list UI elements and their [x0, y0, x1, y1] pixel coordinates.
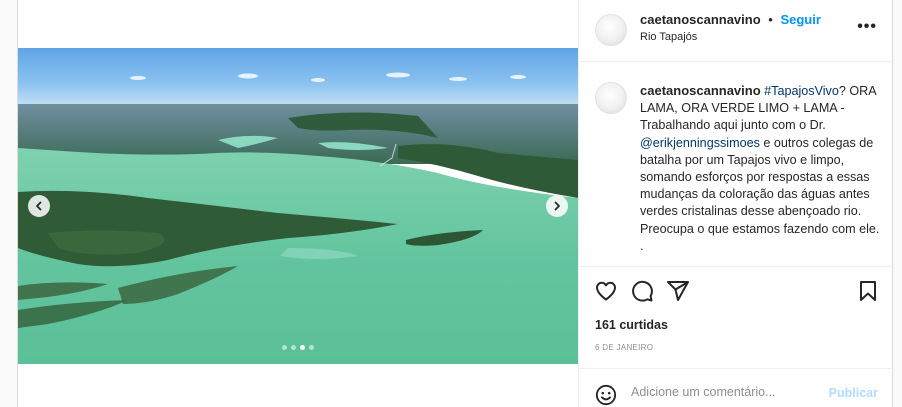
paper-plane-icon [667, 281, 689, 301]
post-sidebar: caetanoscannavino • Seguir Rio Tapajós •… [578, 0, 894, 407]
heart-icon [596, 281, 616, 301]
comment-button[interactable] [630, 279, 654, 308]
caption-text: caetanoscannavino #TapajosVivo? ORA LAMA… [640, 82, 880, 255]
header-user-line: caetanoscannavino • Seguir [640, 12, 821, 27]
comment-icon [632, 280, 653, 302]
header-separator: • [768, 12, 773, 27]
share-button[interactable] [666, 279, 690, 308]
caption-text-part-2: e outros colegas de batalha por um Tapaj… [640, 135, 880, 236]
follow-button[interactable]: Seguir [780, 12, 820, 27]
post-media [18, 0, 578, 407]
comment-bar: Publicar [579, 368, 894, 407]
post-photo[interactable] [18, 48, 578, 364]
location-link[interactable]: Rio Tapajós [640, 31, 697, 43]
caption-mention[interactable]: @erikjenningssimoes [640, 136, 760, 150]
post-card: caetanoscannavino • Seguir Rio Tapajós •… [17, 0, 894, 407]
publish-button[interactable]: Publicar [829, 386, 878, 400]
post-header: caetanoscannavino • Seguir Rio Tapajós •… [579, 0, 894, 62]
carousel-prev-button[interactable] [28, 195, 50, 217]
page: caetanoscannavino • Seguir Rio Tapajós •… [0, 0, 902, 407]
avatar[interactable] [595, 14, 627, 46]
action-bar [579, 266, 894, 316]
bookmark-icon [860, 281, 876, 301]
emoji-icon [595, 384, 617, 406]
save-button[interactable] [856, 279, 880, 308]
comment-input[interactable] [631, 385, 816, 399]
emoji-button[interactable] [595, 384, 617, 407]
carousel-dot [300, 345, 305, 350]
like-button[interactable] [594, 279, 618, 308]
aerial-river-image [18, 48, 578, 364]
caption-text-part-3: . [640, 238, 644, 253]
caption-hashtag[interactable]: #TapajosVivo [764, 84, 839, 98]
header-username[interactable]: caetanoscannavino [640, 12, 761, 27]
caption-avatar[interactable] [595, 82, 627, 114]
carousel-indicators [282, 345, 314, 350]
caption-username[interactable]: caetanoscannavino [640, 83, 761, 98]
carousel-dot [309, 345, 314, 350]
caption-area: caetanoscannavino #TapajosVivo? ORA LAMA… [579, 62, 894, 266]
like-count[interactable]: 161 curtidas [595, 318, 668, 332]
more-options-button[interactable]: ••• [857, 18, 877, 36]
carousel-next-button[interactable] [546, 195, 568, 217]
post-date[interactable]: 6 DE JANEIRO [595, 343, 653, 352]
carousel-dot [291, 345, 296, 350]
chevron-right-icon [554, 201, 560, 211]
more-horizontal-icon: ••• [857, 18, 877, 35]
carousel-dot [282, 345, 287, 350]
chevron-left-icon [36, 201, 42, 211]
